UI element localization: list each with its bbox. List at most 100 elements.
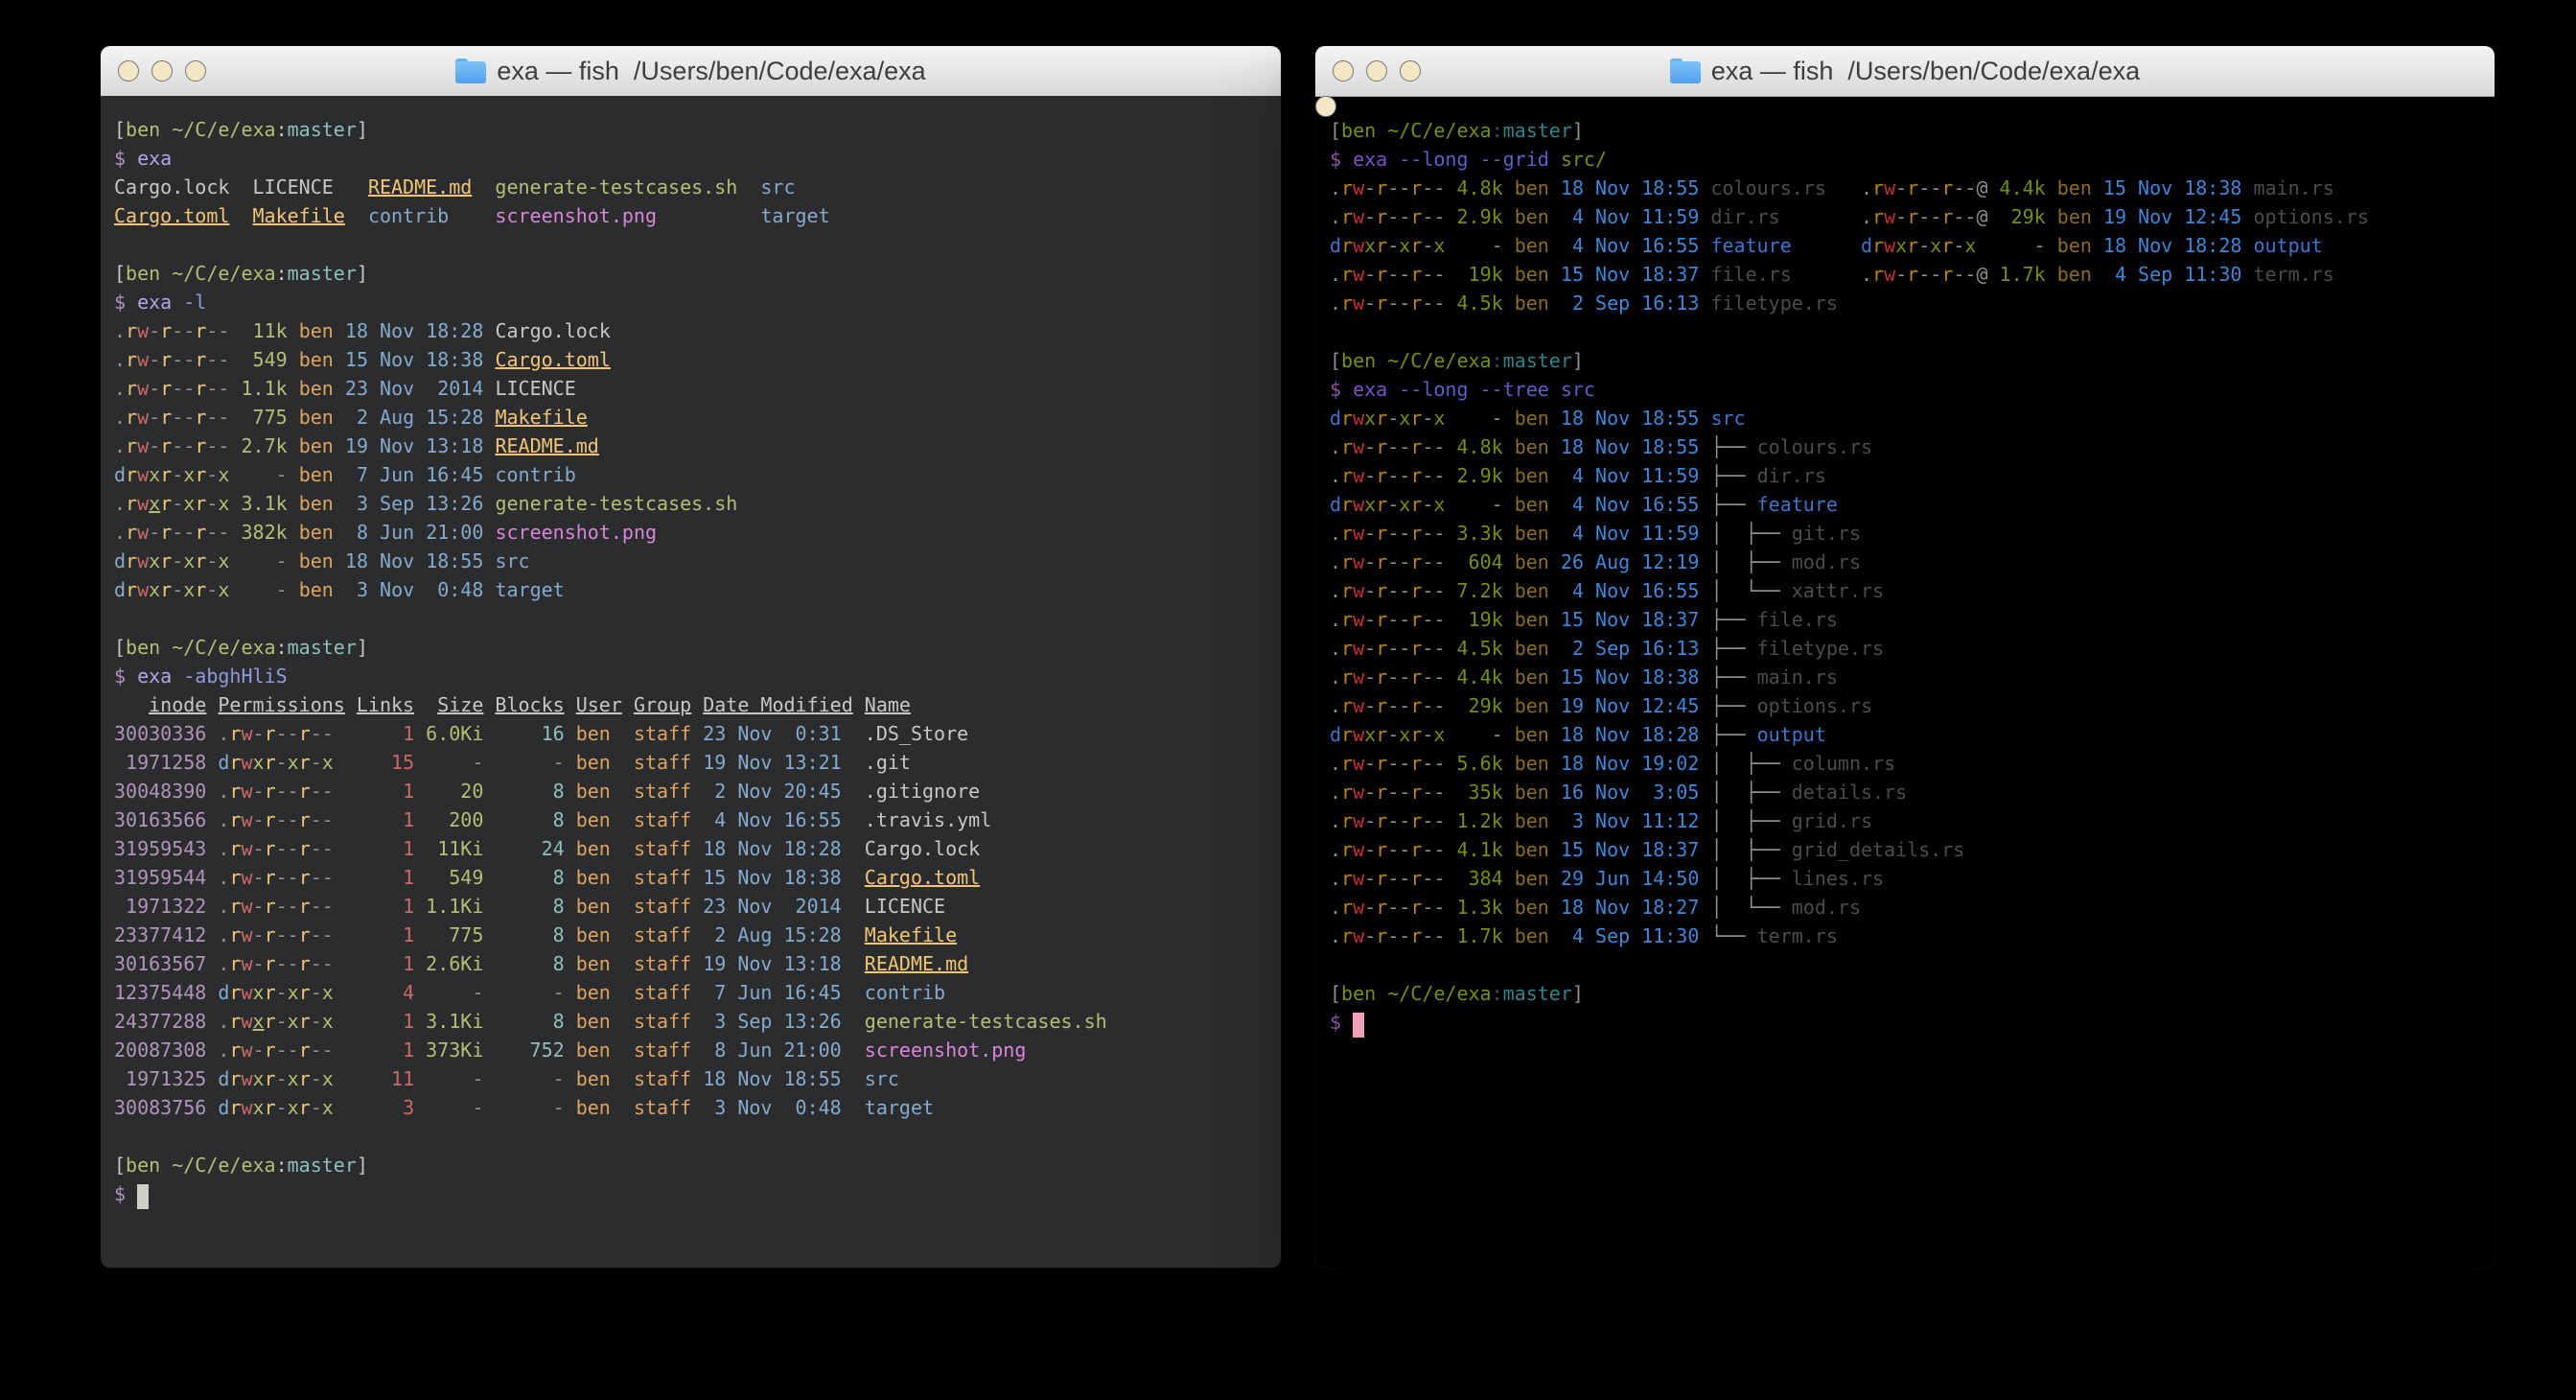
terminal-token: ben xyxy=(565,722,611,745)
permission-char: d xyxy=(1330,407,1341,430)
permission-char: r xyxy=(195,549,206,572)
permission-char: - xyxy=(206,319,218,342)
permission-char: . xyxy=(1330,694,1341,717)
minimize-button[interactable] xyxy=(1366,60,1387,82)
terminal-line: 30048390 .rw-r--r-- 1 20 8 ben staff 2 N… xyxy=(114,777,1281,805)
terminal-line: $ exa --long --grid src/ xyxy=(1330,145,1335,174)
terminal-token: staff xyxy=(611,808,691,831)
permission-char: - xyxy=(1399,694,1410,717)
terminal-token: │ ├── xyxy=(1699,522,1791,545)
permission-char: - xyxy=(1895,263,1907,286)
terminal-token: src/ xyxy=(1561,148,1607,171)
terminal-token: 15 Nov 18:38 xyxy=(334,348,484,371)
permission-char: - xyxy=(183,406,195,429)
zoom-button[interactable] xyxy=(185,60,206,82)
terminal-token: - xyxy=(483,1067,564,1090)
permission-char: r xyxy=(1376,896,1387,919)
permission-char: - xyxy=(1399,292,1410,315)
permission-char: x xyxy=(1399,493,1410,516)
permission-char: - xyxy=(206,406,218,429)
terminal-token: 4.4k xyxy=(1445,665,1502,688)
permission-char: - xyxy=(1930,205,1941,228)
permission-char: - xyxy=(1433,867,1445,890)
terminal-token: exa xyxy=(137,147,172,170)
terminal-token: 15 Nov 18:37 xyxy=(1549,263,1700,286)
terminal-line: 30163566 .rw-r--r-- 1 200 8 ben staff 4 … xyxy=(114,805,1281,834)
terminal-token: 7 Jun 16:45 xyxy=(691,981,842,1004)
terminal-token: output xyxy=(2241,234,2322,257)
terminal-line: $ exa -abghHliS xyxy=(114,662,1281,690)
terminal-token: 3 xyxy=(334,1096,414,1119)
window-right-terminal: exa — fish /Users/ben/Code/exa/exa [ben … xyxy=(1315,46,2495,1268)
terminal-token: ben xyxy=(565,923,611,946)
permission-char: - xyxy=(1953,205,1964,228)
permission-char: r xyxy=(1410,205,1422,228)
terminal-token: : xyxy=(276,636,288,659)
terminal-token: 20 xyxy=(414,780,483,803)
terminal-screen[interactable]: [ben ~/C/e/exa:master]$ exa --long --gri… xyxy=(1315,96,1336,117)
terminal-line: 30030336 .rw-r--r-- 1 6.0Ki 16 ben staff… xyxy=(114,719,1281,748)
terminal-line: drwxr-xr-x - ben 18 Nov 18:28 ├── output xyxy=(1330,720,1335,749)
permission-char: - xyxy=(1422,493,1433,516)
terminal-token: 1 xyxy=(334,722,414,745)
permission-char: w xyxy=(1353,694,1364,717)
permission-char: - xyxy=(218,348,229,371)
terminal-line: .rw-r--r-- 384 ben 29 Jun 14:50 │ ├── li… xyxy=(1330,864,1335,893)
terminal-token: Size xyxy=(437,693,483,716)
terminal-token: Cargo.toml xyxy=(865,866,980,889)
permission-char: - xyxy=(183,377,195,400)
terminal-token: 1971258 xyxy=(114,751,206,774)
permission-char: x xyxy=(288,751,299,774)
permission-char: - xyxy=(1964,263,1976,286)
terminal-line: drwxr-xr-x - ben 18 Nov 18:55 src xyxy=(1330,404,1335,432)
permission-char: x xyxy=(218,492,229,515)
permission-char: r xyxy=(1376,809,1387,832)
close-button[interactable] xyxy=(118,60,139,82)
zoom-button[interactable] xyxy=(1400,60,1421,82)
terminal-line: drwxr-xr-x - ben 4 Nov 16:55 ├── feature xyxy=(1330,490,1335,519)
permission-char: - xyxy=(311,722,322,745)
permission-char: r xyxy=(1376,723,1387,746)
permission-char: x xyxy=(149,492,160,515)
terminal-token: 8 xyxy=(483,780,564,803)
permission-char: - xyxy=(1422,407,1433,430)
permission-char: r xyxy=(1941,263,1953,286)
permission-char: - xyxy=(1387,464,1399,487)
permission-char: - xyxy=(1387,608,1399,631)
terminal-token: - xyxy=(1445,407,1502,430)
terminal-token: Cargo.toml xyxy=(114,204,229,227)
terminal-token: ] xyxy=(357,118,368,141)
terminal-token: ├── xyxy=(1699,608,1756,631)
terminal-token: dir.rs xyxy=(1757,464,1826,487)
close-button[interactable] xyxy=(1333,60,1354,82)
permission-char: - xyxy=(149,319,160,342)
terminal-token: README.md xyxy=(495,434,598,457)
permission-char: x xyxy=(288,981,299,1004)
titlebar[interactable]: exa — fish /Users/ben/Code/exa/exa xyxy=(101,46,1281,97)
terminal-token: target xyxy=(483,578,564,601)
terminal-token xyxy=(483,434,495,457)
terminal-line: .rw-r--r-- 2.9k ben 4 Nov 11:59 dir.rs .… xyxy=(1330,202,1335,231)
terminal-token: 775 xyxy=(229,406,287,429)
terminal-token: ben xyxy=(1503,637,1549,660)
titlebar[interactable]: exa — fish /Users/ben/Code/exa/exa xyxy=(1315,46,2495,97)
terminal-token: ben xyxy=(565,780,611,803)
permission-char: . xyxy=(114,521,126,544)
terminal-token: 4 Sep 11:30 xyxy=(1549,924,1700,947)
terminal-token: ben xyxy=(1503,665,1549,688)
permission-char: - xyxy=(276,1067,288,1090)
permission-char: x xyxy=(183,463,195,486)
terminal-token xyxy=(206,1010,218,1033)
terminal-token xyxy=(206,1038,218,1062)
permission-char: - xyxy=(206,377,218,400)
terminal-line: .rw-r--r-- 29k ben 19 Nov 12:45 ├── opti… xyxy=(1330,691,1335,720)
permission-char: - xyxy=(276,808,288,831)
permission-char: x xyxy=(322,981,334,1004)
permission-char: w xyxy=(137,521,149,544)
permission-char: . xyxy=(114,377,126,400)
minimize-button[interactable] xyxy=(151,60,173,82)
permission-char: - xyxy=(183,521,195,544)
terminal-token: ben xyxy=(288,578,334,601)
terminal-screen[interactable]: [ben ~/C/e/exa:master]$ exaCargo.lock LI… xyxy=(101,96,1281,1268)
terminal-line: .rw-r--r-- 7.2k ben 4 Nov 16:55 │ └── xa… xyxy=(1330,576,1335,605)
